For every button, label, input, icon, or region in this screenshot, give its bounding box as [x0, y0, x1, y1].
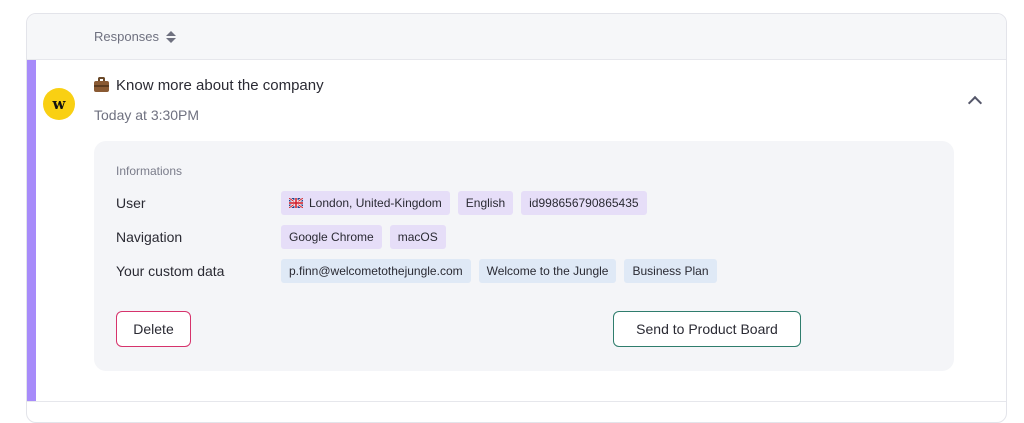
panel-header: Responses	[27, 14, 1006, 60]
response-title: Know more about the company	[116, 77, 324, 94]
info-label-user: User	[116, 195, 146, 211]
flag-uk-icon	[289, 198, 303, 208]
tag-language: English	[457, 191, 514, 215]
tag-plan: Business Plan	[624, 259, 717, 283]
send-to-product-board-button[interactable]: Send to Product Board	[613, 311, 801, 347]
chevron-up-icon[interactable]	[967, 95, 983, 111]
tag-email: p.finn@welcometothejungle.com	[281, 259, 471, 283]
info-row-navigation: Navigation Google Chrome macOS	[116, 225, 446, 249]
response-row[interactable]: w Know more about the company Today at 3…	[27, 60, 1006, 402]
briefcase-icon	[94, 76, 109, 92]
informations-title: Informations	[116, 164, 183, 178]
user-tags: London, United-Kingdom English id9986567…	[281, 191, 647, 215]
sort-icon[interactable]	[166, 30, 177, 43]
info-row-custom-data: Your custom data p.finn@welcometothejung…	[116, 259, 717, 283]
tag-user-id: id998656790865435	[521, 191, 647, 215]
tag-location-text: London, United-Kingdom	[309, 196, 442, 210]
response-title-line: Know more about the company	[94, 76, 324, 94]
responses-panel: Responses w Know more about the company …	[26, 13, 1007, 423]
navigation-tags: Google Chrome macOS	[281, 225, 446, 249]
info-label-custom-data: Your custom data	[116, 263, 225, 279]
response-timestamp: Today at 3:30PM	[94, 107, 200, 123]
informations-card: Informations User London, United-Kingdom…	[94, 141, 954, 371]
tag-browser: Google Chrome	[281, 225, 382, 249]
tag-company: Welcome to the Jungle	[478, 259, 617, 283]
info-row-user: User London, United-Kingdom English id99…	[116, 191, 647, 215]
avatar: w	[43, 88, 75, 120]
info-label-navigation: Navigation	[116, 229, 183, 245]
custom-data-tags: p.finn@welcometothejungle.com Welcome to…	[281, 259, 717, 283]
tag-location: London, United-Kingdom	[281, 191, 450, 215]
delete-button[interactable]: Delete	[116, 311, 191, 347]
response-accent-bar	[27, 60, 36, 401]
responses-header-label[interactable]: Responses	[94, 29, 159, 44]
tag-os: macOS	[389, 225, 446, 249]
